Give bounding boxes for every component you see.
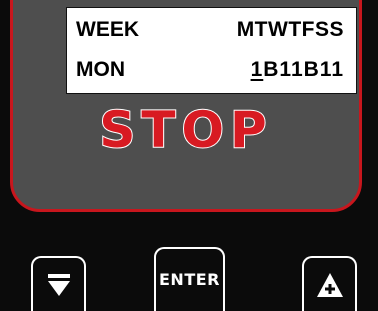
- week-label: WEEK: [76, 18, 139, 41]
- current-day-label: MON: [76, 58, 125, 81]
- days-of-week-header: MTWTFSS: [236, 18, 344, 41]
- enter-button-label: ENTER: [159, 269, 220, 289]
- up-arrow-plus-icon: [315, 271, 345, 299]
- down-arrow-icon: [46, 272, 72, 298]
- enter-button[interactable]: ENTER: [154, 247, 225, 311]
- down-button[interactable]: [31, 256, 86, 311]
- status-stop-text: STOP: [98, 101, 273, 159]
- weekly-schedule-value: 1B11B11: [251, 59, 344, 80]
- up-button[interactable]: [302, 256, 357, 311]
- lcd-screen: WEEK MTWTFSS MON 1B11B11: [66, 7, 357, 94]
- schedule-remaining-digits: B11B11: [263, 58, 344, 81]
- display-panel: WEEK MTWTFSS MON 1B11B11 STOP: [10, 0, 362, 212]
- controller-device: WEEK MTWTFSS MON 1B11B11 STOP ENTER: [0, 0, 378, 311]
- schedule-cursor-digit: 1: [250, 58, 264, 81]
